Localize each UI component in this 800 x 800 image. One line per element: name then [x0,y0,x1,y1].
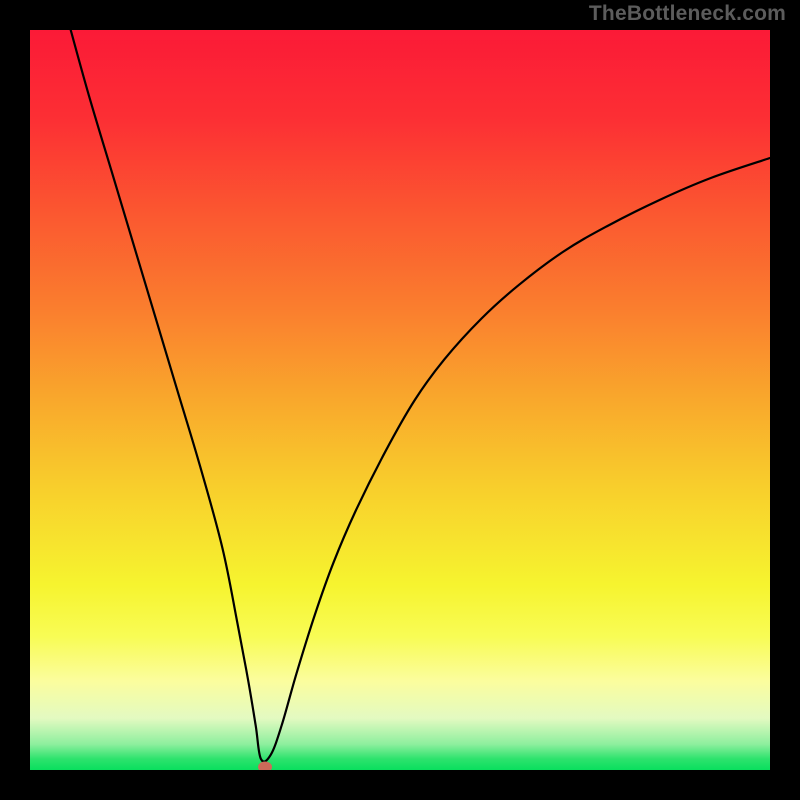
watermark-label: TheBottleneck.com [589,2,786,26]
plot-area [30,30,770,770]
curve-layer [30,30,770,770]
minimum-marker-icon [258,762,272,770]
chart-frame: TheBottleneck.com [0,0,800,800]
bottleneck-curve [71,30,770,762]
